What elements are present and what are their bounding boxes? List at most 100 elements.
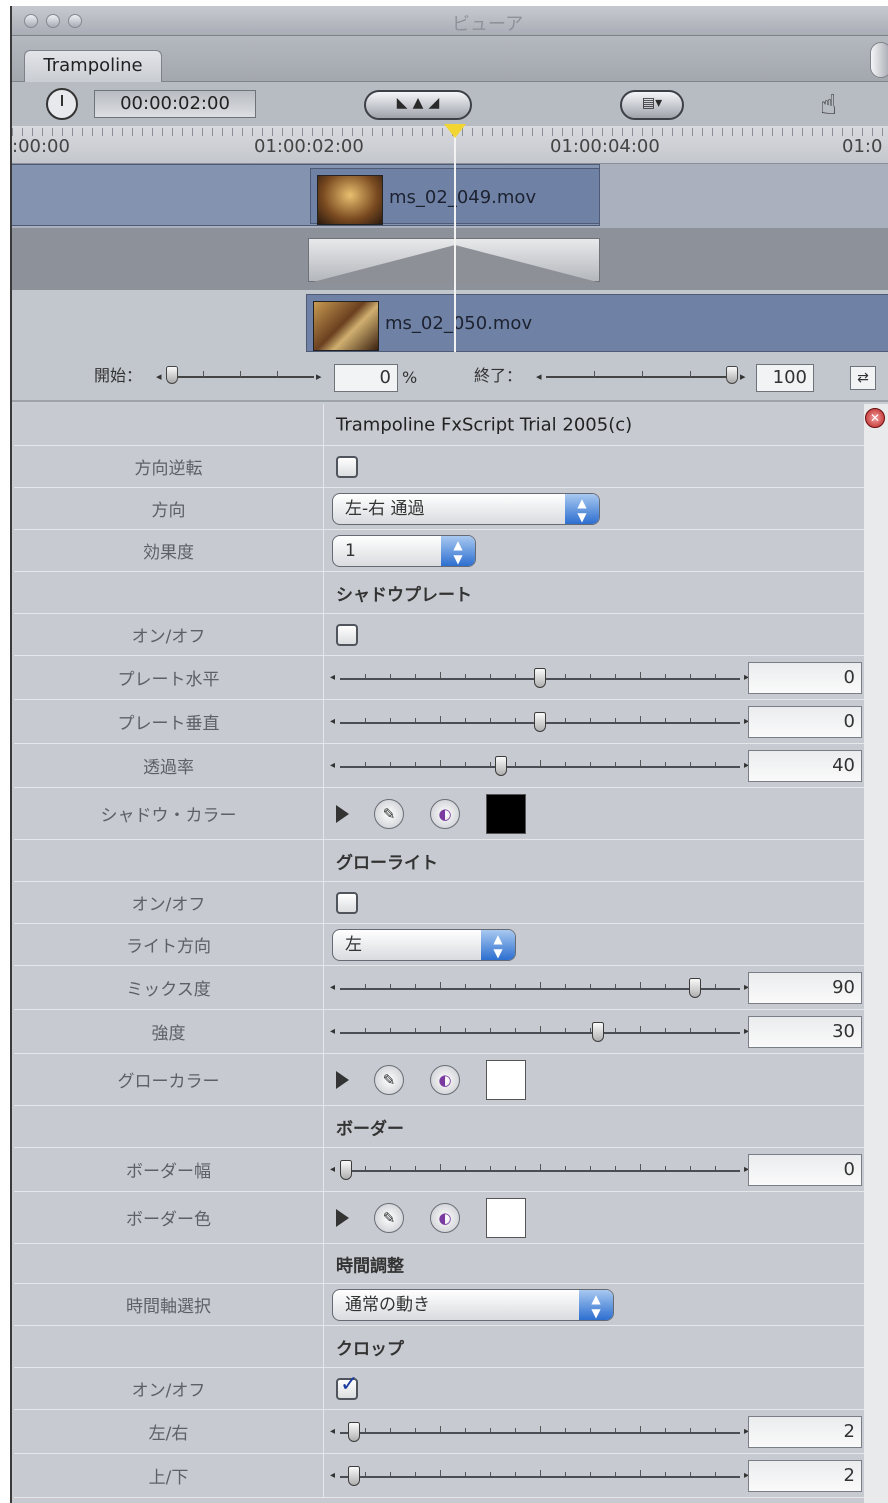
end-slider[interactable] bbox=[546, 366, 738, 384]
intensity-slider[interactable]: ◂ ▸ bbox=[330, 1021, 749, 1042]
slider-left-arrow[interactable]: ◂ bbox=[330, 672, 335, 683]
param-label: 強度 bbox=[14, 1010, 324, 1053]
effect-select[interactable]: 1 ▲ ▼ bbox=[332, 534, 476, 567]
crop-onoff-checkbox[interactable] bbox=[336, 1372, 358, 1400]
slider-knob[interactable] bbox=[347, 1465, 360, 1486]
slider-left-arrow[interactable]: ◂ bbox=[330, 760, 335, 771]
light-direction-select[interactable]: 左 ▲ ▼ bbox=[332, 928, 516, 961]
section-glow: グローライト bbox=[14, 840, 864, 882]
stopwatch-icon[interactable] bbox=[46, 88, 78, 120]
section-header: クロップ bbox=[336, 1339, 404, 1359]
param-row-shadow-color: シャドウ・カラー ✎ ◐ bbox=[14, 788, 864, 840]
end-value-field[interactable]: 100 bbox=[756, 364, 814, 392]
slider-knob[interactable] bbox=[592, 1021, 605, 1042]
color-wheel-icon[interactable]: ◐ bbox=[430, 1202, 460, 1233]
param-label: オン/オフ bbox=[14, 614, 324, 655]
slider-left-arrow[interactable]: ◂ bbox=[330, 716, 335, 727]
start-slider[interactable] bbox=[166, 366, 314, 384]
reverse-checkbox[interactable] bbox=[336, 455, 358, 478]
slider-knob[interactable] bbox=[347, 1421, 360, 1442]
time-axis-select[interactable]: 通常の動き ▲ ▼ bbox=[332, 1288, 614, 1321]
align-left-icon[interactable]: ◣ bbox=[397, 92, 408, 114]
color-wheel-icon[interactable]: ◐ bbox=[430, 798, 460, 829]
param-row-border-color: ボーダー色 ✎ ◐ bbox=[14, 1192, 864, 1244]
tab-trampoline[interactable]: Trampoline bbox=[24, 50, 162, 84]
end-slider-left-arrow[interactable]: ◂ bbox=[536, 370, 542, 383]
crop-lr-field[interactable]: 2 bbox=[748, 1415, 862, 1448]
param-row-border-width: ボーダー幅 ◂ ▸ 0 bbox=[14, 1148, 864, 1192]
border-width-slider[interactable]: ◂ ▸ bbox=[330, 1159, 749, 1180]
color-wheel-icon[interactable]: ◐ bbox=[430, 1064, 460, 1095]
clip-incoming[interactable]: ms_02_050.mov bbox=[306, 294, 888, 352]
zoom-window-button[interactable] bbox=[68, 14, 82, 28]
swap-icon[interactable]: ⇄ bbox=[850, 366, 876, 390]
ruler-label: 01:0 bbox=[842, 136, 883, 157]
plate-h-slider[interactable]: ◂ ▸ bbox=[330, 667, 749, 688]
shadow-color-swatch[interactable] bbox=[486, 793, 526, 834]
opacity-slider[interactable]: ◂ ▸ bbox=[330, 755, 749, 776]
section-header: シャドウプレート bbox=[336, 585, 472, 605]
playhead-marker[interactable] bbox=[444, 124, 466, 138]
slider-knob[interactable] bbox=[340, 1159, 352, 1180]
glow-color-swatch[interactable] bbox=[486, 1059, 526, 1100]
param-row-mix: ミックス度 ◂ ▸ 90 bbox=[14, 966, 864, 1010]
slider-knob[interactable] bbox=[689, 977, 702, 998]
plate-v-slider[interactable]: ◂ ▸ bbox=[330, 711, 749, 732]
mix-slider[interactable]: ◂ ▸ bbox=[330, 977, 749, 998]
drag-hand-icon[interactable]: ☝ bbox=[820, 88, 837, 121]
crop-tb-slider[interactable]: ◂ ▸ bbox=[330, 1465, 749, 1486]
disclosure-triangle-icon[interactable] bbox=[336, 1208, 349, 1227]
slider-left-arrow[interactable]: ◂ bbox=[330, 1026, 335, 1037]
slider-left-arrow[interactable]: ◂ bbox=[330, 982, 335, 993]
end-slider-right-arrow[interactable]: ▸ bbox=[740, 370, 746, 383]
intensity-field[interactable]: 30 bbox=[748, 1015, 862, 1048]
plate-v-field[interactable]: 0 bbox=[748, 705, 862, 738]
param-row-glow-onoff: オン/オフ bbox=[14, 882, 864, 924]
param-label: ボーダー幅 bbox=[14, 1148, 324, 1191]
select-value: 左 bbox=[345, 934, 362, 955]
slider-knob[interactable] bbox=[534, 667, 546, 688]
start-value-field[interactable]: 0 bbox=[334, 364, 398, 392]
disclosure-triangle-icon[interactable] bbox=[336, 1070, 349, 1089]
param-row-crop-onoff: オン/オフ bbox=[14, 1368, 864, 1410]
crop-lr-slider[interactable]: ◂ ▸ bbox=[330, 1421, 749, 1442]
opacity-field[interactable]: 40 bbox=[748, 749, 862, 782]
clip-name: ms_02_050.mov bbox=[385, 313, 533, 334]
scrollbar-track[interactable] bbox=[864, 404, 888, 1503]
align-right-icon[interactable]: ◢ bbox=[428, 92, 439, 114]
eyedropper-icon[interactable]: ✎ bbox=[374, 798, 404, 829]
eyedropper-icon[interactable]: ✎ bbox=[374, 1064, 404, 1095]
start-slider-knob[interactable] bbox=[166, 366, 178, 384]
clip-thumbnail bbox=[313, 301, 379, 351]
slider-left-arrow[interactable]: ◂ bbox=[330, 1426, 335, 1437]
end-label: 終了： bbox=[474, 366, 523, 385]
eyedropper-icon[interactable]: ✎ bbox=[374, 1202, 404, 1233]
slider-left-arrow[interactable]: ◂ bbox=[330, 1470, 335, 1481]
timecode-field[interactable]: 00:00:02:00 bbox=[94, 90, 256, 118]
border-color-swatch[interactable] bbox=[486, 1197, 526, 1238]
mix-field[interactable]: 90 bbox=[748, 971, 862, 1004]
disclosure-triangle-icon[interactable] bbox=[336, 804, 349, 823]
crop-tb-field[interactable]: 2 bbox=[748, 1459, 862, 1492]
minimize-window-button[interactable] bbox=[46, 14, 60, 28]
start-slider-right-arrow[interactable]: ▸ bbox=[316, 370, 322, 383]
tab-scroll-handle[interactable] bbox=[870, 42, 888, 78]
transition-alignment-buttons[interactable]: ◣ ▲ ◢ bbox=[364, 90, 472, 120]
glow-onoff-checkbox[interactable] bbox=[336, 891, 358, 914]
plate-h-field[interactable]: 0 bbox=[748, 661, 862, 694]
slider-knob[interactable] bbox=[534, 711, 546, 732]
close-window-button[interactable] bbox=[24, 14, 38, 28]
slider-knob[interactable] bbox=[495, 755, 508, 776]
start-slider-left-arrow[interactable]: ◂ bbox=[156, 370, 162, 383]
direction-select[interactable]: 左-右 通過 ▲ ▼ bbox=[332, 492, 600, 525]
title-bar[interactable]: ビューア bbox=[12, 6, 888, 36]
view-popup-button[interactable]: ▤▾ bbox=[620, 90, 684, 120]
slider-left-arrow[interactable]: ◂ bbox=[330, 1164, 335, 1175]
shadow-onoff-checkbox[interactable] bbox=[336, 623, 358, 646]
align-center-icon[interactable]: ▲ bbox=[413, 92, 424, 114]
border-width-field[interactable]: 0 bbox=[748, 1153, 862, 1186]
close-icon[interactable]: ✕ bbox=[865, 408, 885, 428]
playhead-line[interactable] bbox=[454, 130, 456, 352]
param-title-row: Trampoline FxScript Trial 2005(c) bbox=[14, 404, 864, 446]
end-slider-knob[interactable] bbox=[726, 366, 738, 384]
